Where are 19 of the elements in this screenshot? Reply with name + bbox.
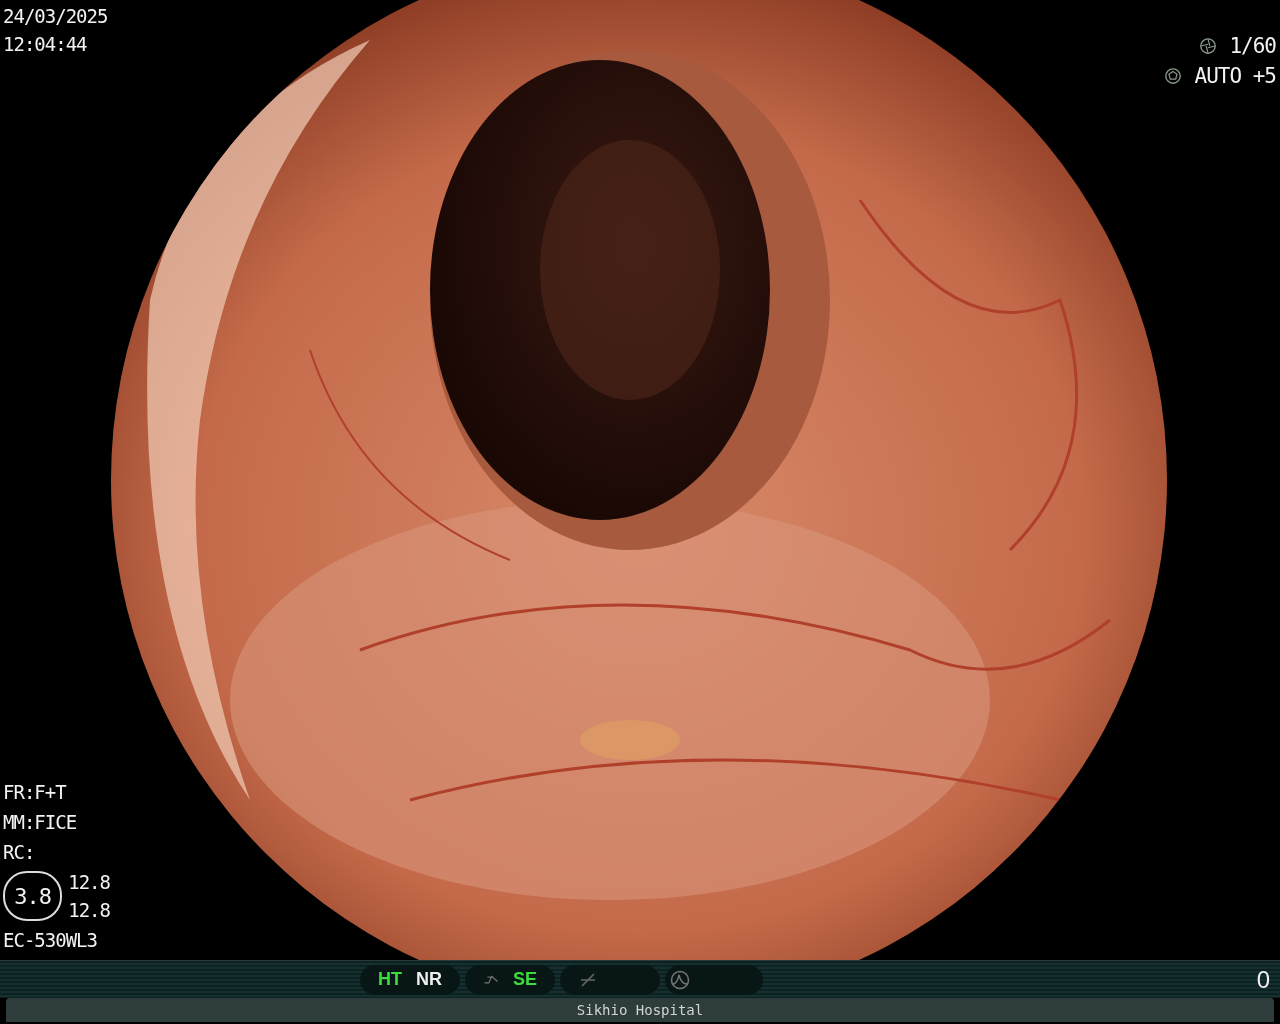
camera-value: AUTO +5 <box>1194 64 1276 88</box>
status-label: SE <box>513 969 537 990</box>
aperture-icon <box>1199 37 1218 55</box>
reading-text: 12.8 <box>68 870 110 894</box>
date-text: 24/03/2025 <box>3 4 109 28</box>
status-label: NR <box>416 969 442 990</box>
camera-value: 1/60 <box>1229 34 1276 58</box>
reading-text: 12.8 <box>68 898 110 922</box>
setting-text: RC: <box>3 840 36 864</box>
setting-text: FR:F+T <box>3 780 68 804</box>
gauge-value: 3.8 <box>3 871 63 921</box>
iris-icon <box>1164 67 1183 85</box>
scope-model: EC-530WL3 <box>3 928 98 952</box>
hospital-name: Sikhio Hospital <box>576 1002 704 1018</box>
status-label: HT <box>378 969 402 990</box>
setting-text: MM:FICE <box>3 810 78 834</box>
counter-text: 0 <box>1256 965 1270 994</box>
peak-icon <box>669 969 691 990</box>
time-text: 12:04:44 <box>3 32 88 56</box>
